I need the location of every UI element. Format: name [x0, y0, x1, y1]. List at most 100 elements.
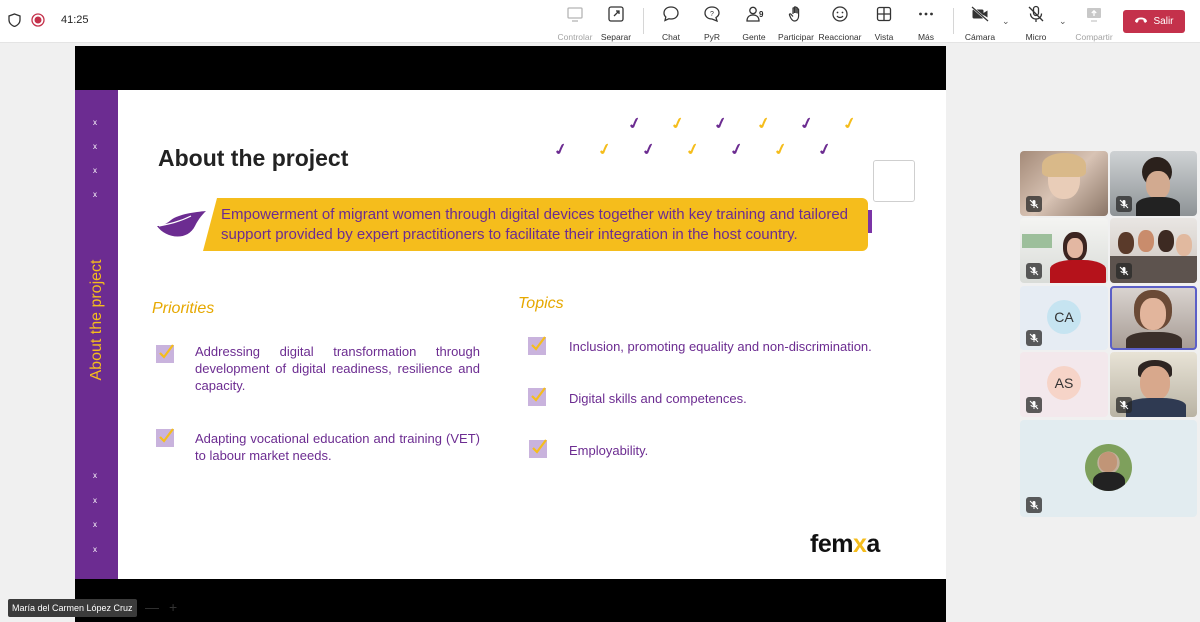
participant-avatar-tile[interactable]	[1020, 420, 1197, 517]
leave-label: Salir	[1153, 16, 1174, 27]
sidebar-mark: x	[93, 166, 97, 175]
checkbox-tick-icon	[156, 343, 176, 363]
slide-sidebar: x x x x x x x x About the project	[75, 90, 118, 579]
priority-item: Addressing digital transformation throug…	[195, 344, 480, 393]
mic-label: Micro	[1025, 32, 1047, 42]
popout-button[interactable]: Separar	[588, 4, 644, 42]
decorative-tick-icon: ✓	[839, 112, 860, 134]
topic-item: Employability.	[569, 443, 649, 458]
zoom-in-button[interactable]: +	[169, 599, 177, 615]
participant-video-tile[interactable]	[1110, 352, 1197, 417]
avatar-photo	[1085, 444, 1132, 491]
recording-icon	[31, 13, 45, 27]
mic-off-icon	[1026, 4, 1046, 29]
sidebar-mark: x	[93, 142, 97, 151]
muted-mic-icon	[1026, 330, 1042, 346]
participant-video-tile[interactable]	[1110, 151, 1197, 216]
priority-item: Adapting vocational education and traini…	[195, 431, 480, 463]
checkbox-tick-icon	[529, 438, 549, 458]
control-icon	[565, 4, 585, 29]
decorative-tick-icon: ✓	[550, 138, 571, 160]
topics-heading: Topics	[518, 295, 564, 312]
checkbox-tick-icon	[156, 427, 176, 447]
qa-icon: ?	[702, 4, 722, 29]
muted-mic-icon	[1116, 196, 1132, 212]
decorative-tick-icon: ✓	[770, 138, 791, 160]
grid-icon	[874, 4, 894, 29]
sidebar-mark: x	[93, 520, 97, 529]
decorative-tick-icon: ✓	[667, 112, 688, 134]
people-label: Gente	[742, 32, 766, 42]
participant-avatar-tile[interactable]: CA	[1020, 286, 1108, 350]
chat-label: Chat	[662, 32, 680, 42]
checkbox-tick-icon	[528, 386, 548, 406]
meeting-toolbar: 41:25 Controlar Separar Chat ? PyR Gente…	[0, 0, 1200, 43]
leaf-logo-icon	[155, 208, 207, 247]
decorative-tick-icon: ✓	[814, 138, 835, 160]
participant-avatar-tile[interactable]: AS	[1020, 352, 1108, 417]
sidebar-vertical-title: About the project	[88, 259, 105, 381]
muted-mic-icon	[1026, 497, 1042, 513]
decorative-tick-icon: ✓	[638, 138, 659, 160]
meeting-status: 41:25	[8, 13, 89, 27]
camera-off-icon	[970, 4, 990, 29]
share-label: Compartir	[1075, 32, 1113, 42]
meeting-timer: 41:25	[61, 14, 89, 26]
slide-title: About the project	[158, 145, 349, 171]
muted-mic-icon	[1026, 263, 1042, 279]
more-button[interactable]: Más	[898, 4, 954, 42]
decorative-tick-icon: ✓	[624, 112, 645, 134]
sidebar-mark: x	[93, 496, 97, 505]
popout-label: Separar	[600, 32, 632, 42]
more-label: Más	[917, 32, 935, 42]
camera-label: Cámara	[964, 32, 996, 42]
leave-button[interactable]: Salir	[1123, 10, 1185, 33]
femxa-logo: femxa	[810, 530, 880, 559]
hand-icon	[786, 4, 806, 29]
presenter-name-label: María del Carmen López Cruz	[8, 599, 137, 617]
view-label: Vista	[874, 32, 894, 42]
muted-mic-icon	[1026, 397, 1042, 413]
mic-button[interactable]: Micro	[1008, 4, 1064, 42]
share-icon	[1084, 4, 1104, 29]
sidebar-mark: x	[93, 471, 97, 480]
sidebar-mark: x	[93, 190, 97, 199]
logo-text-part: a	[866, 530, 880, 558]
summary-banner-text: Empowerment of migrant women through dig…	[221, 206, 848, 243]
muted-mic-icon	[1116, 263, 1132, 279]
hang-up-icon	[1134, 16, 1148, 28]
ellipsis-icon	[916, 4, 936, 29]
decorative-tick-icon: ✓	[726, 138, 747, 160]
popout-icon	[606, 4, 626, 29]
topic-item: Inclusion, promoting equality and non-di…	[569, 339, 872, 354]
sidebar-mark: x	[93, 545, 97, 554]
decorative-tick-icon: ✓	[710, 112, 731, 134]
muted-mic-icon	[1026, 196, 1042, 212]
participant-video-tile-active-speaker[interactable]	[1110, 286, 1197, 350]
qa-label: PyR	[703, 32, 721, 42]
smiley-icon	[830, 4, 850, 29]
logo-text-part: x	[852, 530, 867, 558]
avatar-initials: CA	[1047, 300, 1081, 334]
share-button[interactable]: Compartir	[1066, 4, 1122, 42]
shared-screen: x x x x x x x x About the project About …	[75, 46, 946, 622]
logo-text-part: fem	[810, 530, 853, 558]
svg-text:?: ?	[710, 11, 714, 18]
avatar-initials: AS	[1047, 366, 1081, 400]
people-count-badge: 9	[759, 10, 764, 19]
decorative-tick-icon: ✓	[753, 112, 774, 134]
topic-item: Digital skills and competences.	[569, 391, 747, 406]
participant-video-tile[interactable]	[1110, 218, 1197, 283]
priorities-heading: Priorities	[152, 300, 215, 317]
raise-hand-label: Participar	[778, 32, 814, 42]
decorative-tick-icon: ✓	[796, 112, 817, 134]
zoom-out-button[interactable]: —	[145, 599, 159, 615]
presentation-slide: x x x x x x x x About the project About …	[75, 90, 946, 579]
camera-button[interactable]: Cámara	[952, 4, 1008, 42]
decorative-outline-box	[873, 160, 915, 202]
participant-video-tile[interactable]	[1020, 218, 1108, 283]
sidebar-mark: x	[93, 118, 97, 127]
shield-icon	[8, 13, 21, 27]
checkbox-tick-icon	[528, 335, 548, 355]
participant-video-tile[interactable]	[1020, 151, 1108, 216]
